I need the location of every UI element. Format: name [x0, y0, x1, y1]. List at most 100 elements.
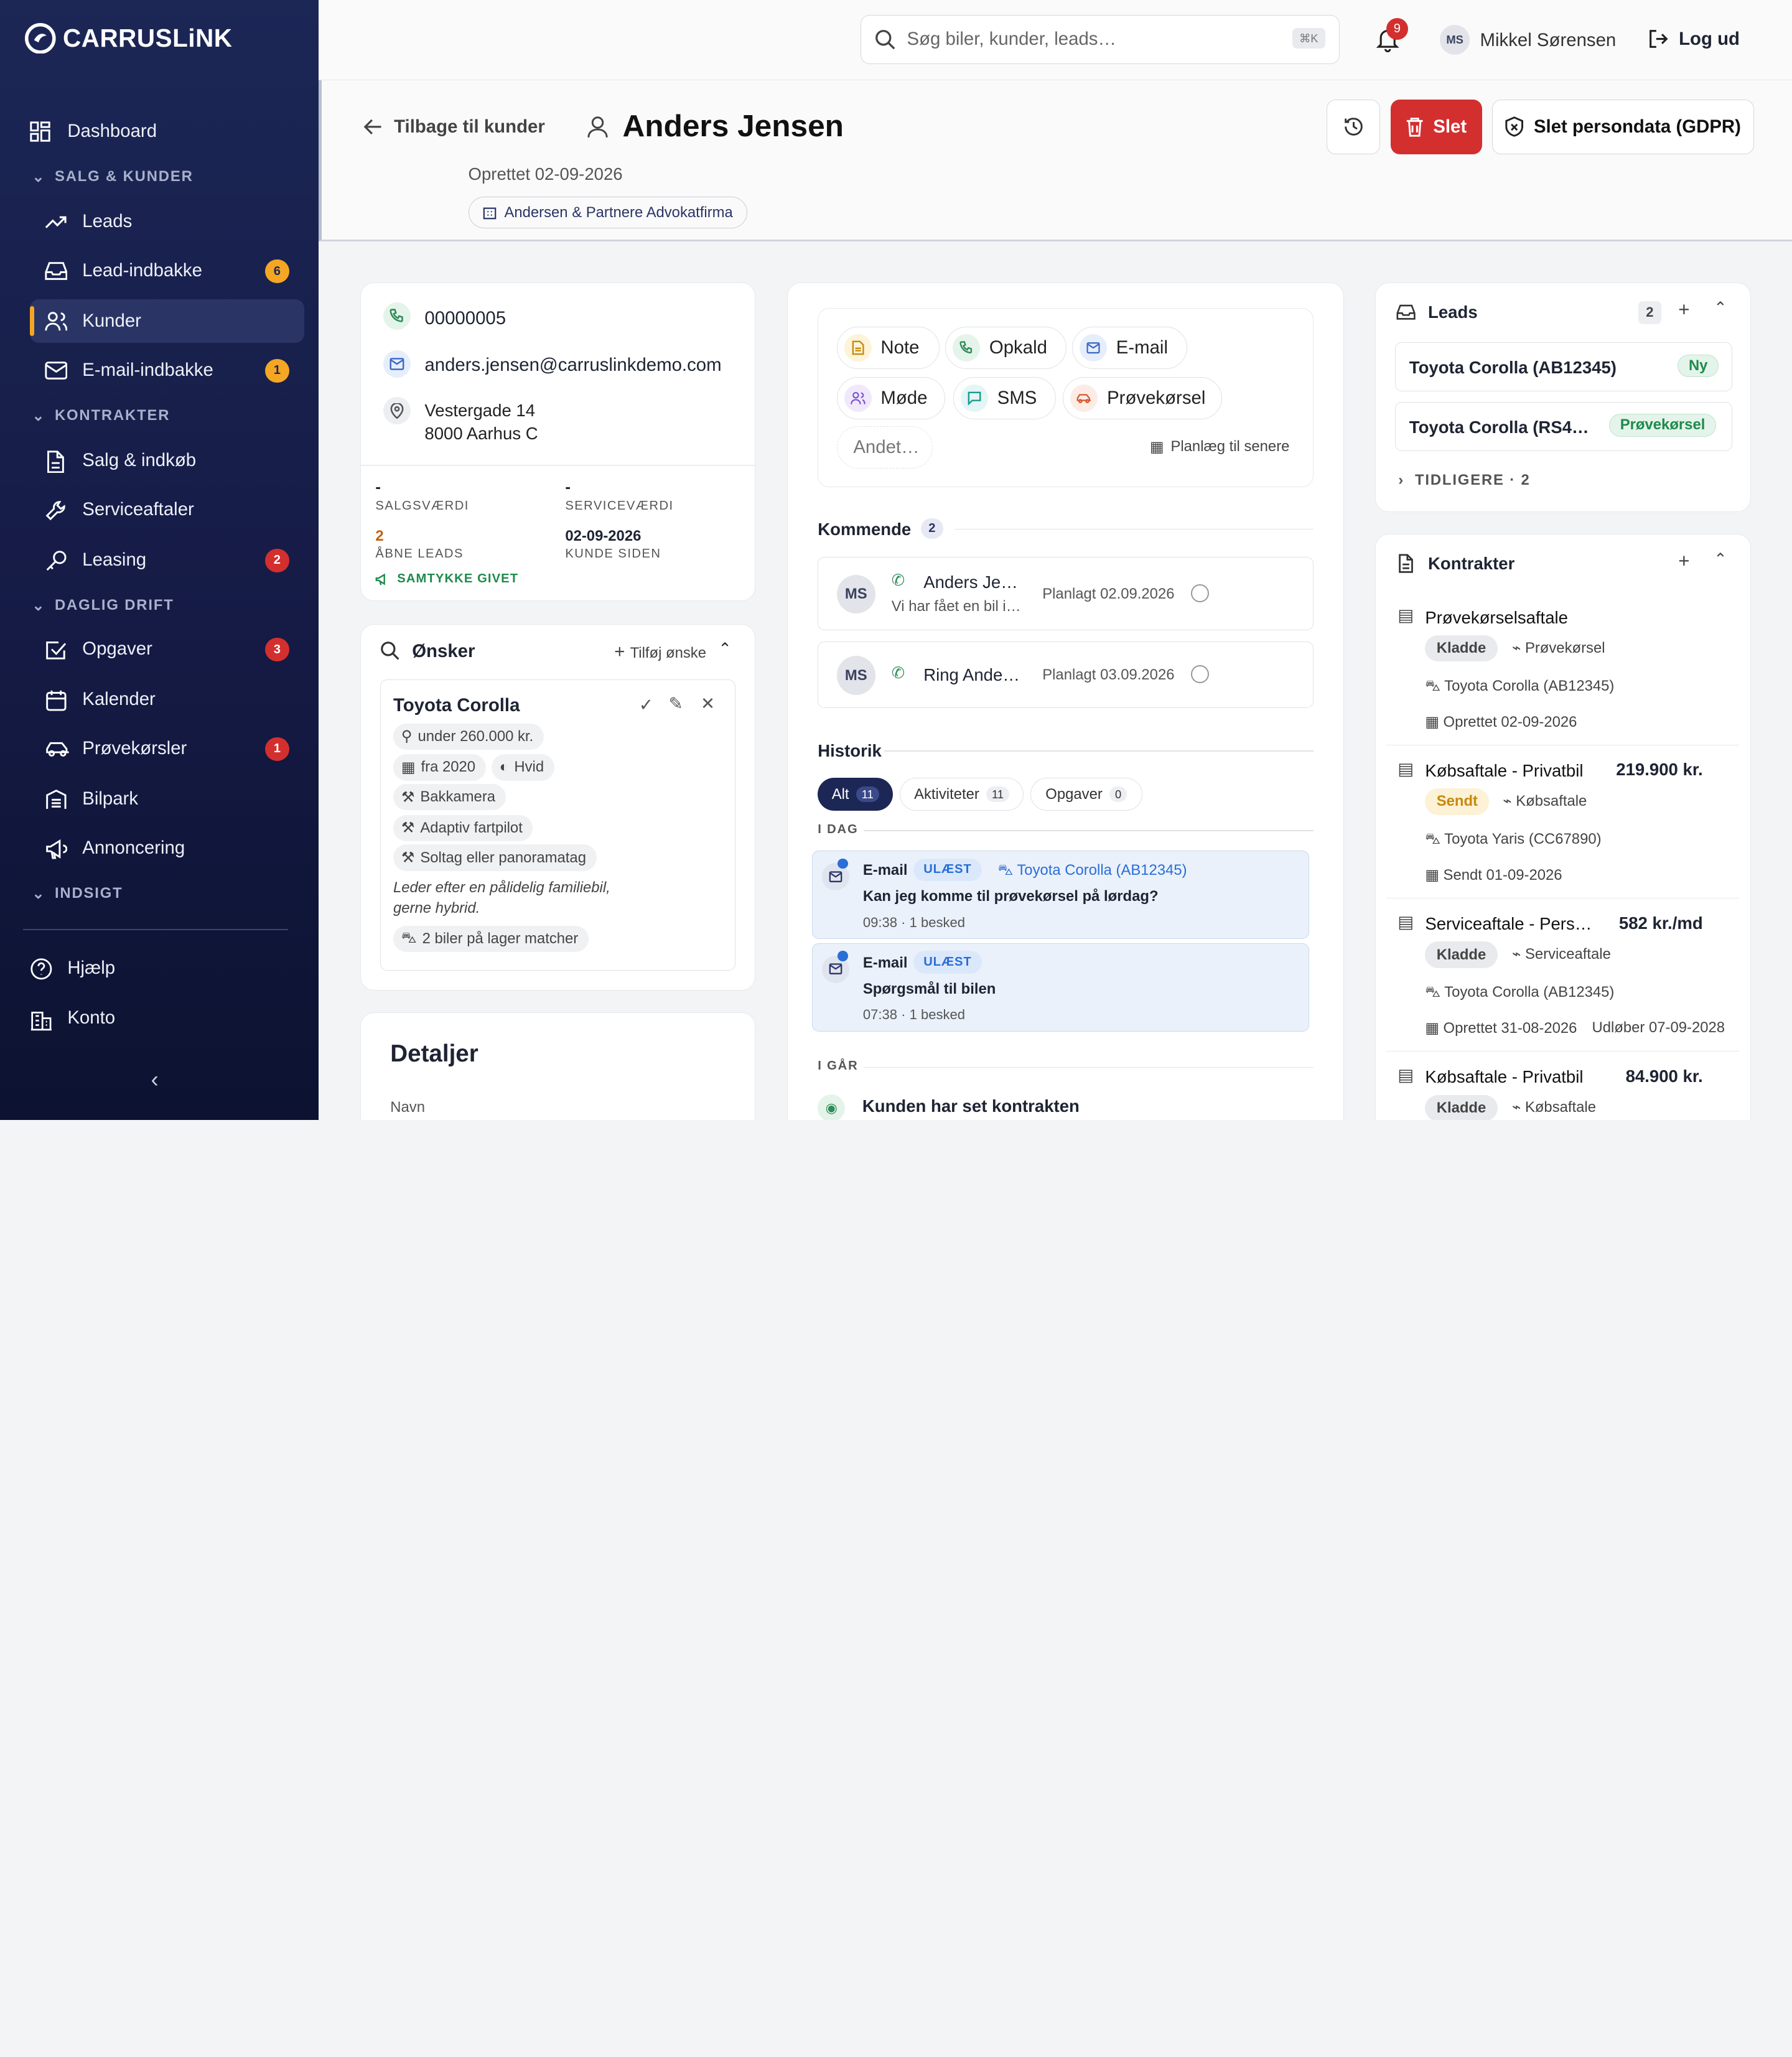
activity-panel: Note Opkald E-mail Møde SMS Prøvekørsel …	[787, 282, 1344, 1120]
history-item[interactable]: E-mail ULÆST ⛍ Toyota Corolla (AB12345) …	[812, 851, 1309, 939]
add-contract-button[interactable]: +	[1678, 550, 1689, 572]
sidebar-item-testdrives[interactable]: Prøvekørsler 1	[30, 727, 304, 770]
section-contracts[interactable]: ⌄ KONTRAKTER	[32, 407, 170, 425]
history-button[interactable]	[1326, 99, 1381, 154]
sidebar-item-leads[interactable]: Leads	[30, 200, 304, 243]
document-icon: ▤	[1398, 758, 1414, 778]
sidebar-item-fleet[interactable]: Bilpark	[30, 777, 304, 821]
trending-up-icon	[45, 216, 67, 228]
complete-checkbox[interactable]	[1190, 584, 1210, 603]
customer-since: 02-09-2026	[565, 527, 642, 544]
contract-status: Sendt	[1425, 788, 1490, 815]
phone-number[interactable]: 00000005	[424, 308, 506, 329]
leads-title: Leads	[1428, 302, 1478, 322]
stock-match-tag[interactable]: ⛍ 2 biler på lager matcher	[393, 925, 589, 953]
wrench-icon: ⚒	[401, 849, 415, 867]
search-input[interactable]: Søg biler, kunder, leads… ⌘K	[861, 14, 1340, 64]
unread-dot	[838, 951, 848, 961]
add-lead-button[interactable]: +	[1678, 299, 1689, 321]
add-wish-button[interactable]: + Tilføj ønske	[614, 641, 706, 663]
sidebar-item-label: Dashboard	[67, 121, 157, 142]
back-link[interactable]: Tilbage til kunder	[364, 116, 545, 138]
contract-price: 219.900 kr.	[1616, 760, 1703, 780]
logo-icon	[25, 22, 56, 54]
avatar[interactable]: MS	[1440, 25, 1470, 55]
section-sales[interactable]: ⌄ SALG & KUNDER	[32, 168, 193, 186]
wishes-card: Ønsker + Tilføj ønske ⌃ Toyota Corolla ✓…	[360, 623, 756, 991]
check-icon[interactable]: ✓	[639, 695, 653, 715]
chevron-up-icon[interactable]: ⌃	[718, 640, 732, 658]
brand-logo[interactable]: CARRUSLiNK	[25, 22, 233, 54]
sidebar-item-account[interactable]: Konto	[16, 997, 304, 1040]
tab-activities[interactable]: Aktiviteter 11	[900, 777, 1024, 811]
page-title: Anders Jensen	[622, 108, 844, 143]
contract-type: ⌁ Serviceaftale	[1511, 945, 1611, 963]
tab-all[interactable]: Alt 11	[818, 777, 894, 811]
chevron-up-icon[interactable]: ⌃	[1714, 550, 1727, 569]
company-link[interactable]: Andersen & Partnere Advokatfirma	[468, 196, 747, 229]
key-icon	[46, 551, 67, 571]
mail-icon	[1079, 334, 1108, 362]
search-placeholder: Søg biler, kunder, leads…	[907, 29, 1116, 50]
other-input[interactable]: Andet…	[836, 426, 933, 469]
customer-since-label: KUNDE SIDEN	[565, 546, 661, 561]
upcoming-item[interactable]: MS ✆ Anders Je… Vi har fået en bil i… Pl…	[818, 557, 1314, 630]
upcoming-item[interactable]: MS ✆ Ring Ande… Planlagt 03.09.2026	[818, 641, 1314, 708]
count-badge: 2	[265, 548, 289, 573]
history-item[interactable]: E-mail ULÆST Spørgsmål til bilen 07:38 ·…	[812, 943, 1309, 1032]
sidebar-item-advertising[interactable]: Annoncering	[30, 826, 304, 870]
notification-badge: 9	[1386, 18, 1408, 40]
sms-button[interactable]: SMS	[953, 377, 1057, 420]
contract-expiry: Udløber 07-09-2028	[1592, 1019, 1725, 1037]
gdpr-delete-button[interactable]: Slet persondata (GDPR)	[1492, 99, 1754, 154]
notifications-button[interactable]: 9	[1375, 18, 1408, 57]
delete-button[interactable]: Slet	[1390, 99, 1482, 154]
lead-item[interactable]: Toyota Corolla (AB12345) Ny	[1394, 342, 1732, 392]
wish-note: Leder efter en pålidelig familiebil,	[393, 879, 610, 896]
sidebar-item-dashboard[interactable]: Dashboard	[16, 110, 304, 153]
note-button[interactable]: Note	[836, 327, 940, 370]
car-icon	[1070, 385, 1098, 413]
sidebar-item-tasks[interactable]: Opgaver 3	[30, 627, 304, 671]
wish-feature-tag: ⚒ Soltag eller panoramatag	[393, 844, 597, 871]
meeting-button[interactable]: Møde	[836, 377, 946, 420]
sidebar-item-email-inbox[interactable]: E-mail-indbakke 1	[30, 348, 304, 392]
sidebar-item-calendar[interactable]: Kalender	[30, 678, 304, 721]
chevron-up-icon[interactable]: ⌃	[1714, 299, 1727, 317]
person-icon	[587, 116, 608, 138]
users-icon	[44, 311, 67, 330]
collapse-sidebar-icon[interactable]: ‹	[151, 1066, 158, 1093]
sidebar-item-sales-purchase[interactable]: Salg & indkøb	[30, 439, 304, 482]
section-daily[interactable]: ⌄ DAGLIG DRIFT	[32, 597, 174, 615]
divider	[954, 528, 1314, 530]
close-icon[interactable]: ✕	[701, 694, 715, 714]
sidebar-item-service[interactable]: Serviceaftaler	[30, 488, 304, 531]
lead-item[interactable]: Toyota Corolla (RS4… Prøvekørsel	[1394, 401, 1732, 451]
edit-icon[interactable]: ✎	[669, 694, 683, 714]
plus-icon: +	[614, 641, 630, 663]
address-line-2: 8000 Aarhus C	[424, 423, 538, 443]
testdrive-button[interactable]: Prøvekørsel	[1063, 377, 1222, 420]
chevron-down-icon: ⌄	[32, 885, 46, 902]
sidebar-item-leasing[interactable]: Leasing 2	[30, 538, 304, 582]
tab-tasks[interactable]: Opgaver 0	[1030, 777, 1142, 811]
sidebar-item-lead-inbox[interactable]: Lead-indbakke 6	[30, 249, 304, 292]
sidebar-item-help[interactable]: Hjælp	[16, 946, 304, 990]
history-car-link[interactable]: ⛍ Toyota Corolla (AB12345)	[998, 862, 1187, 880]
section-insight[interactable]: ⌄ INDSIGT	[32, 885, 123, 903]
brand-name: CARRUSLiNK	[63, 24, 233, 52]
call-button[interactable]: Opkald	[945, 327, 1066, 370]
inbox-icon	[44, 261, 67, 280]
schedule-later-button[interactable]: ▦ Planlæg til senere	[1150, 438, 1290, 456]
wrench-icon: ⚒	[401, 819, 415, 837]
contract-type: ⌁ Købsaftale	[1503, 792, 1587, 809]
sidebar-item-customers[interactable]: Kunder	[29, 299, 304, 343]
upcoming-date: Planlagt 03.09.2026	[1042, 666, 1175, 683]
complete-checkbox[interactable]	[1190, 665, 1210, 684]
email-button[interactable]: E-mail	[1071, 327, 1188, 370]
car-icon: ⛍	[401, 929, 417, 946]
email-address[interactable]: anders.jensen@carruslinkdemo.com	[424, 355, 721, 376]
logout-button[interactable]: Log ud	[1648, 29, 1740, 50]
earlier-leads-toggle[interactable]: › TIDLIGERE · 2	[1398, 472, 1530, 489]
user-name[interactable]: Mikkel Sørensen	[1480, 30, 1617, 51]
